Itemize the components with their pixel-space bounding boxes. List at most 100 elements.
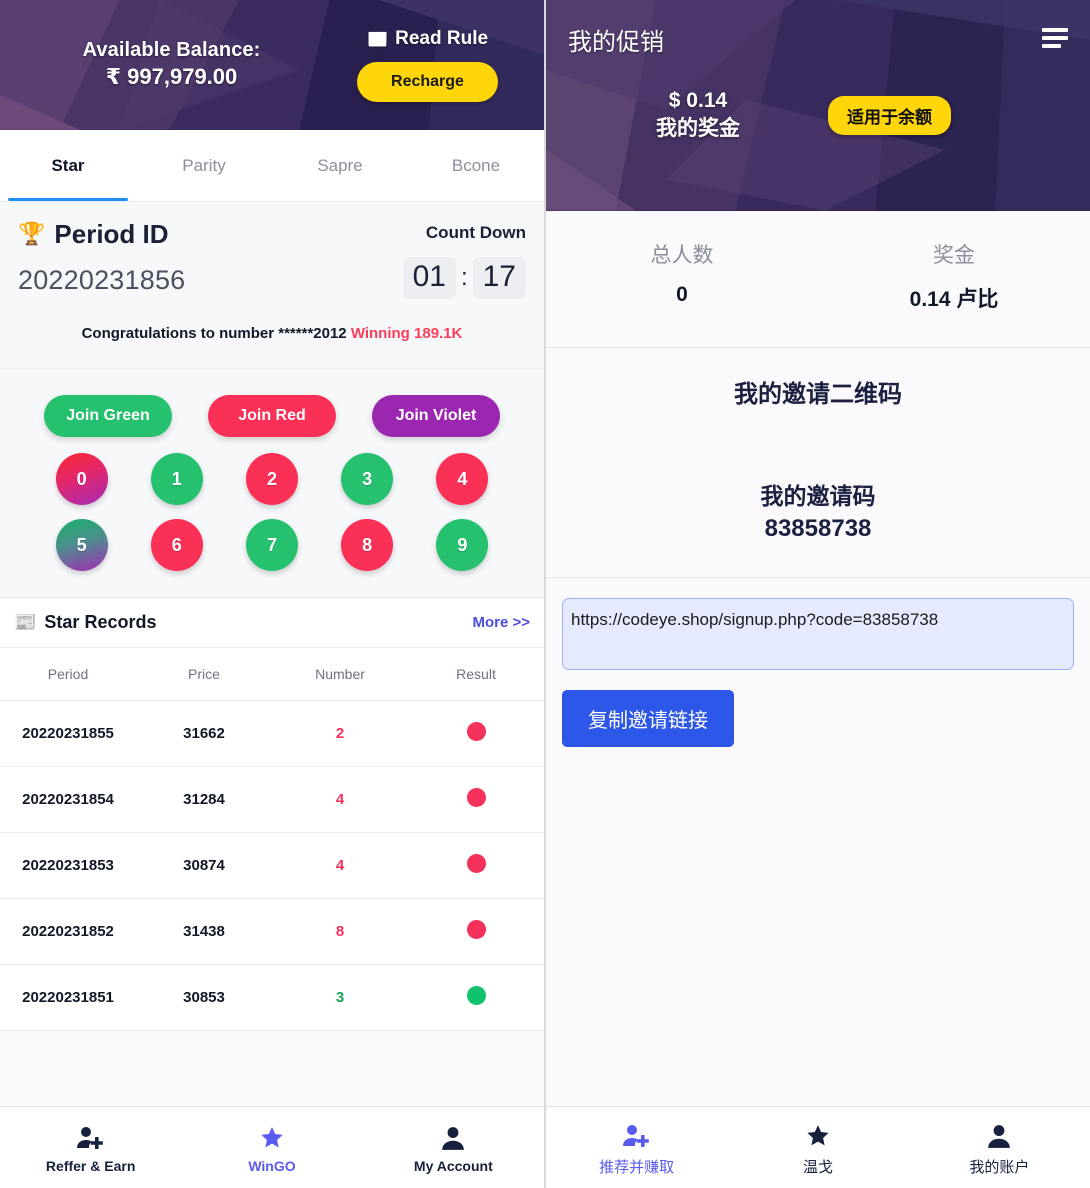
stat-value: 0 <box>676 283 688 306</box>
join-violet-button[interactable]: Join Violet <box>372 395 500 437</box>
cell-price: 30853 <box>136 964 272 1031</box>
countdown-seconds: 17 <box>472 257 526 299</box>
number-ball-5[interactable]: 5 <box>55 519 108 571</box>
table-row: 20220231852 31438 8 <box>0 898 544 965</box>
number-ball-3[interactable]: 3 <box>341 453 394 505</box>
cell-period: 20220231854 <box>0 766 136 833</box>
tab-parity[interactable]: Parity <box>136 130 272 201</box>
number-ball-7[interactable]: 7 <box>245 519 298 571</box>
cell-number: 4 <box>272 832 408 899</box>
congratulations-text: Congratulations to number ******2012 <box>81 325 347 342</box>
nav-label: 推荐并赚取 <box>599 1158 675 1176</box>
column-result: Result <box>408 648 544 701</box>
number-ball-1[interactable]: 1 <box>150 453 203 505</box>
qr-title: 我的邀请二维码 <box>734 381 902 408</box>
winning-amount: Winning 189.1K <box>350 325 463 342</box>
countdown-display: 01 : 17 <box>402 257 526 299</box>
column-period: Period <box>0 648 136 701</box>
bonus-label: 我的奖金 <box>656 117 740 141</box>
join-green-button[interactable]: Join Green <box>44 395 172 437</box>
records-more-link[interactable]: More >> <box>472 614 530 631</box>
stat-label: 总人数 <box>650 244 714 267</box>
nav-label: Reffer & Earn <box>45 1158 136 1174</box>
right-bottom-nav: 推荐并赚取 温戈 我的账户 <box>546 1106 1090 1188</box>
app-screen: Available Balance: ₹ 997,979.00 📰 Read R… <box>0 0 1090 1188</box>
number-ball-9[interactable]: 9 <box>436 519 489 571</box>
newspaper-icon: 📰 <box>14 612 37 632</box>
records-table: Period Price Number Result 20220231855 3… <box>0 648 544 1031</box>
number-ball-0[interactable]: 0 <box>55 453 108 505</box>
tab-star[interactable]: Star <box>0 130 136 201</box>
number-ball-6[interactable]: 6 <box>150 519 203 571</box>
read-rule-label: Read Rule <box>395 28 489 49</box>
apply-to-balance-button[interactable]: 适用于余额 <box>828 95 951 135</box>
number-selection-grid: 0 1 2 3 4 5 6 7 8 9 <box>0 437 544 598</box>
cell-period: 20220231855 <box>0 700 136 767</box>
nav-item-my-account[interactable]: 我的账户 <box>909 1119 1090 1177</box>
cell-price: 31662 <box>136 700 272 767</box>
result-dot-red <box>466 788 486 807</box>
nav-label: 温戈 <box>802 1158 833 1176</box>
tab-sapre[interactable]: Sapre <box>272 130 408 201</box>
table-row: 20220231854 31284 4 <box>0 766 544 833</box>
balance-amount: ₹ 997,979.00 <box>105 64 238 90</box>
table-header-row: Period Price Number Result <box>0 648 544 701</box>
nav-item-wingo[interactable]: WinGO <box>181 1121 362 1174</box>
nav-item-my-account[interactable]: My Account <box>363 1121 544 1174</box>
person-icon <box>909 1119 1090 1149</box>
nav-item-reffer-earn[interactable]: Reffer & Earn <box>0 1121 181 1174</box>
cell-price: 31438 <box>136 898 272 965</box>
stat-total-people: 总人数 0 <box>546 239 818 313</box>
result-dot-red <box>466 722 486 741</box>
column-number: Number <box>272 648 408 701</box>
period-card: 🏆 Period ID 20220231856 Count Down 01 : … <box>0 202 544 369</box>
number-ball-8[interactable]: 8 <box>341 519 394 571</box>
cell-period: 20220231851 <box>0 964 136 1031</box>
result-dot-green <box>466 986 486 1005</box>
table-row: 20220231855 31662 2 <box>0 700 544 767</box>
person-icon <box>363 1121 544 1151</box>
records-header: 📰 Star Records More >> <box>0 598 544 648</box>
table-row: 20220231853 30874 4 <box>0 832 544 899</box>
newspaper-icon: 📰 <box>366 29 389 49</box>
invite-code-value: 83858738 <box>764 515 872 542</box>
join-red-button[interactable]: Join Red <box>208 395 336 437</box>
join-buttons-row: Join Green Join Red Join Violet <box>0 369 544 437</box>
cell-price: 31284 <box>136 766 272 833</box>
right-panel-promotion: 我的促销 $ 0.14 我的奖金 适用于余额 总人数 0 奖金 0.14 卢比 … <box>545 0 1090 1188</box>
tab-bcone[interactable]: Bcone <box>408 130 544 201</box>
period-title: 🏆 Period ID <box>18 220 403 249</box>
cell-result <box>408 832 544 899</box>
recharge-button[interactable]: Recharge <box>357 62 498 102</box>
left-panel-wingo: Available Balance: ₹ 997,979.00 📰 Read R… <box>0 0 545 1188</box>
stat-value: 0.14 卢比 <box>909 288 999 311</box>
number-ball-2[interactable]: 2 <box>245 453 298 505</box>
balance-label: Available Balance: <box>82 39 261 62</box>
star-icon <box>181 1121 362 1151</box>
countdown-label: Count Down <box>425 223 526 242</box>
stat-bonus: 奖金 0.14 卢比 <box>818 239 1090 313</box>
result-dot-red <box>466 854 486 873</box>
star-icon <box>727 1119 908 1149</box>
cell-period: 20220231853 <box>0 832 136 899</box>
copy-invite-link-button[interactable]: 复制邀请链接 <box>562 690 734 747</box>
cell-number: 3 <box>272 964 408 1031</box>
period-title-label: Period ID <box>54 219 169 249</box>
nav-item-wingo[interactable]: 温戈 <box>727 1119 908 1177</box>
period-id-value: 20220231856 <box>18 264 186 295</box>
countdown-separator: : <box>460 264 468 291</box>
stats-card: 总人数 0 奖金 0.14 卢比 <box>546 211 1090 348</box>
nav-label: 我的账户 <box>969 1158 1030 1176</box>
result-dot-red <box>466 920 486 939</box>
nav-label: WinGO <box>248 1158 296 1174</box>
hamburger-icon[interactable] <box>1042 27 1068 52</box>
read-rule-button[interactable]: 📰 Read Rule <box>367 28 488 50</box>
countdown-minutes: 01 <box>402 257 456 299</box>
number-ball-4[interactable]: 4 <box>436 453 489 505</box>
nav-label: My Account <box>413 1158 493 1174</box>
nav-item-refer-earn[interactable]: 推荐并赚取 <box>546 1119 727 1177</box>
invite-link-input[interactable] <box>562 598 1074 670</box>
stat-label: 奖金 <box>933 244 975 267</box>
invite-qr-card: 我的邀请二维码 我的邀请码 83858738 <box>546 348 1090 578</box>
cell-result <box>408 700 544 767</box>
